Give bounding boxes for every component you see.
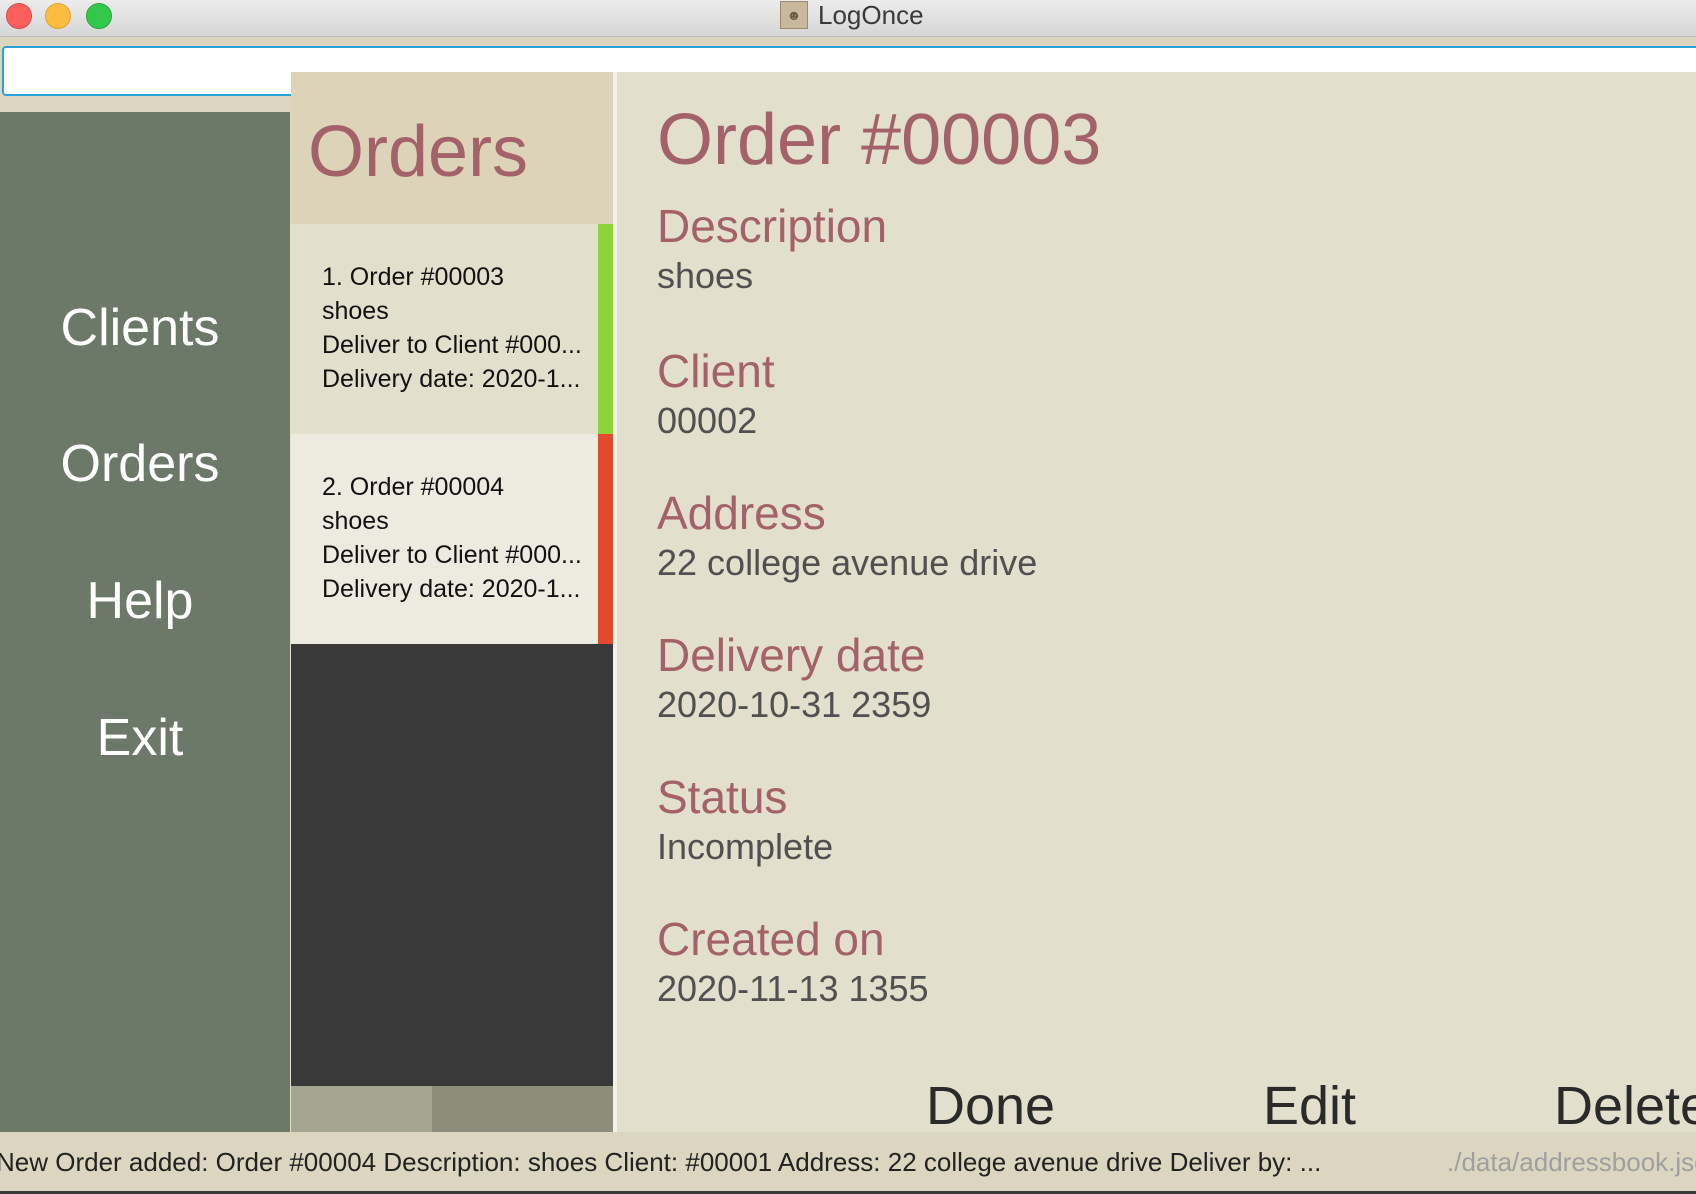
window-title: ☻ LogOnce bbox=[780, 0, 924, 30]
orders-list-panel: Orders 1. Order #00003 shoes Deliver to … bbox=[291, 72, 613, 1132]
order-card-2[interactable]: 2. Order #00004 shoes Deliver to Client … bbox=[291, 434, 613, 644]
detail-field-client: Client 00002 bbox=[657, 345, 775, 445]
order-card-heading: 2. Order #00004 bbox=[322, 473, 505, 501]
done-button[interactable]: Done bbox=[926, 1076, 1055, 1136]
field-label: Address bbox=[657, 487, 826, 539]
close-window-button[interactable] bbox=[6, 3, 32, 29]
order-card-deliver-to: Deliver to Client #000... bbox=[322, 541, 582, 569]
detail-field-created-on: Created on 2020-11-13 1355 bbox=[657, 913, 929, 1013]
scrollbar-thumb[interactable] bbox=[291, 1086, 432, 1132]
order-card-description: shoes bbox=[322, 507, 389, 535]
status-bar: New Order added: Order #00004 Descriptio… bbox=[0, 1132, 1696, 1194]
order-card-heading: 1. Order #00003 bbox=[322, 263, 505, 291]
field-label: Description bbox=[657, 200, 888, 252]
title-bar: ☻ LogOnce bbox=[0, 0, 1696, 37]
field-label: Status bbox=[657, 771, 788, 823]
order-card-deliver-to: Deliver to Client #000... bbox=[322, 331, 582, 359]
field-value: 00002 bbox=[657, 400, 758, 441]
sidebar-item-exit[interactable]: Exit bbox=[0, 708, 280, 768]
orders-list-title: Orders bbox=[308, 112, 529, 192]
horizontal-scrollbar[interactable] bbox=[291, 1086, 613, 1132]
field-value: 2020-11-13 1355 bbox=[657, 968, 929, 1009]
order-details-panel: Order #00003 Description shoes Client 00… bbox=[617, 72, 1696, 1136]
order-card-description: shoes bbox=[322, 297, 389, 325]
app-icon: ☻ bbox=[780, 1, 808, 29]
field-value: shoes bbox=[657, 255, 754, 296]
status-message: New Order added: Order #00004 Descriptio… bbox=[0, 1147, 1322, 1177]
delete-button[interactable]: Delete bbox=[1554, 1076, 1696, 1136]
order-card-delivery-date: Delivery date: 2020-1... bbox=[322, 365, 581, 393]
window-title-text: LogOnce bbox=[818, 0, 924, 30]
edit-button[interactable]: Edit bbox=[1263, 1076, 1356, 1136]
detail-field-description: Description shoes bbox=[657, 200, 887, 300]
order-card-delivery-date: Delivery date: 2020-1... bbox=[322, 575, 581, 603]
order-status-strip bbox=[598, 224, 613, 434]
field-value: Incomplete bbox=[657, 826, 834, 867]
detail-field-delivery-date: Delivery date 2020-10-31 2359 bbox=[657, 629, 931, 729]
order-card-1[interactable]: 1. Order #00003 shoes Deliver to Client … bbox=[291, 224, 613, 434]
order-detail-title: Order #00003 bbox=[657, 100, 1102, 180]
data-file-path: ./data/addressbook.json bbox=[1447, 1147, 1696, 1177]
field-label: Delivery date bbox=[657, 629, 926, 681]
order-status-strip bbox=[598, 434, 613, 644]
field-value: 2020-10-31 2359 bbox=[657, 684, 932, 725]
detail-field-status: Status Incomplete bbox=[657, 771, 833, 871]
sidebar: Clients Orders Help Exit bbox=[0, 112, 290, 1132]
detail-field-address: Address 22 college avenue drive bbox=[657, 487, 1037, 587]
maximize-window-button[interactable] bbox=[86, 3, 112, 29]
sidebar-item-orders[interactable]: Orders bbox=[0, 434, 280, 494]
orders-list-header: Orders bbox=[291, 72, 613, 224]
field-label: Created on bbox=[657, 913, 885, 965]
sidebar-item-help[interactable]: Help bbox=[0, 571, 280, 631]
minimize-window-button[interactable] bbox=[45, 3, 71, 29]
field-value: 22 college avenue drive bbox=[657, 542, 1038, 583]
field-label: Client bbox=[657, 345, 775, 397]
sidebar-item-clients[interactable]: Clients bbox=[0, 298, 280, 358]
